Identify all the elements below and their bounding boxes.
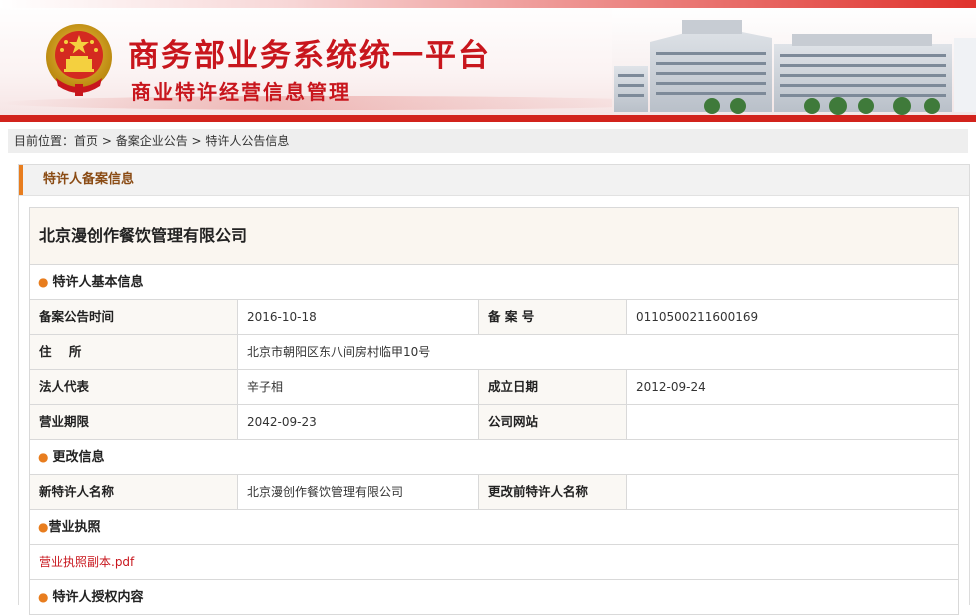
panel-header: 特许人备案信息 [19,165,969,196]
record-detail-table: 北京漫创作餐饮管理有限公司 ● 特许人基本信息 备案公告时间 2016-10-18… [29,207,959,615]
address-label: 住 所 [30,335,238,369]
breadcrumb-home[interactable]: 首页 [74,134,98,148]
website-label: 公司网站 [479,405,627,439]
header-banner: 商务部业务系统统一平台 商业特许经营信息管理 [0,0,976,122]
breadcrumb-prefix: 目前位置： [14,134,75,148]
legal-rep-value: 辛子相 [238,370,479,404]
section-change-info: ● 更改信息 [30,440,958,475]
bullet-icon: ● [38,275,49,289]
record-info-panel: 特许人备案信息 北京漫创作餐饮管理有限公司 ● 特许人基本信息 备案公告时间 20… [18,164,970,615]
old-name-value [627,475,958,509]
new-name-value: 北京漫创作餐饮管理有限公司 [238,475,479,509]
legal-rep-label: 法人代表 [30,370,238,404]
ministry-building-image [612,8,976,116]
breadcrumb-separator: > [187,134,206,148]
breadcrumb-announcements[interactable]: 备案企业公告 [116,134,188,148]
license-pdf-link[interactable]: 营业执照副本.pdf [39,555,134,569]
table-row: 新特许人名称 北京漫创作餐饮管理有限公司 更改前特许人名称 [30,475,958,510]
breadcrumb-separator: > [98,134,116,148]
old-name-label: 更改前特许人名称 [479,475,627,509]
national-emblem-icon [46,24,112,96]
table-row: 营业期限 2042-09-23 公司网站 [30,405,958,440]
new-name-label: 新特许人名称 [30,475,238,509]
announce-time-value: 2016-10-18 [238,300,479,334]
platform-title: 商务部业务系统统一平台 [128,38,491,74]
found-date-label: 成立日期 [479,370,627,404]
record-no-label: 备 案 号 [479,300,627,334]
section-license-label: 营业执照 [48,520,101,535]
section-change-label: 更改信息 [52,450,105,465]
found-date-value: 2012-09-24 [636,380,706,394]
section-business-license: ●营业执照 [30,510,958,545]
panel-header-accent [19,165,23,195]
term-value: 2042-09-23 [238,405,479,439]
breadcrumb-current: 特许人公告信息 [205,134,290,148]
company-name: 北京漫创作餐饮管理有限公司 [30,208,958,265]
announce-time-label: 备案公告时间 [30,300,238,334]
website-value[interactable] [627,405,958,439]
table-row: 法人代表 辛子相 成立日期 2012-09-24 [30,370,958,405]
section-authorization: ● 特许人授权内容 [30,580,958,615]
bullet-icon: ● [38,450,49,464]
bullet-icon: ● [38,520,49,534]
banner-bottom-stripe [0,115,976,122]
bullet-icon: ● [38,590,49,604]
table-row: 备案公告时间 2016-10-18 备 案 号 0110500211600169 [30,300,958,335]
section-basic-info: ● 特许人基本信息 [30,265,958,300]
breadcrumb: 目前位置：首页 > 备案企业公告 > 特许人公告信息 [8,129,968,153]
record-no-value: 0110500211600169 [636,310,759,324]
panel-title: 特许人备案信息 [43,172,135,187]
section-auth-label: 特许人授权内容 [52,590,144,605]
term-label: 营业期限 [30,405,238,439]
banner-top-stripe [0,0,976,8]
section-basic-label: 特许人基本信息 [52,275,144,290]
system-subtitle: 商业特许经营信息管理 [131,80,351,104]
address-value: 北京市朝阳区东八间房村临甲10号 [247,345,431,359]
license-link-row: 营业执照副本.pdf [30,545,958,580]
table-row: 住 所 北京市朝阳区东八间房村临甲10号 [30,335,958,370]
